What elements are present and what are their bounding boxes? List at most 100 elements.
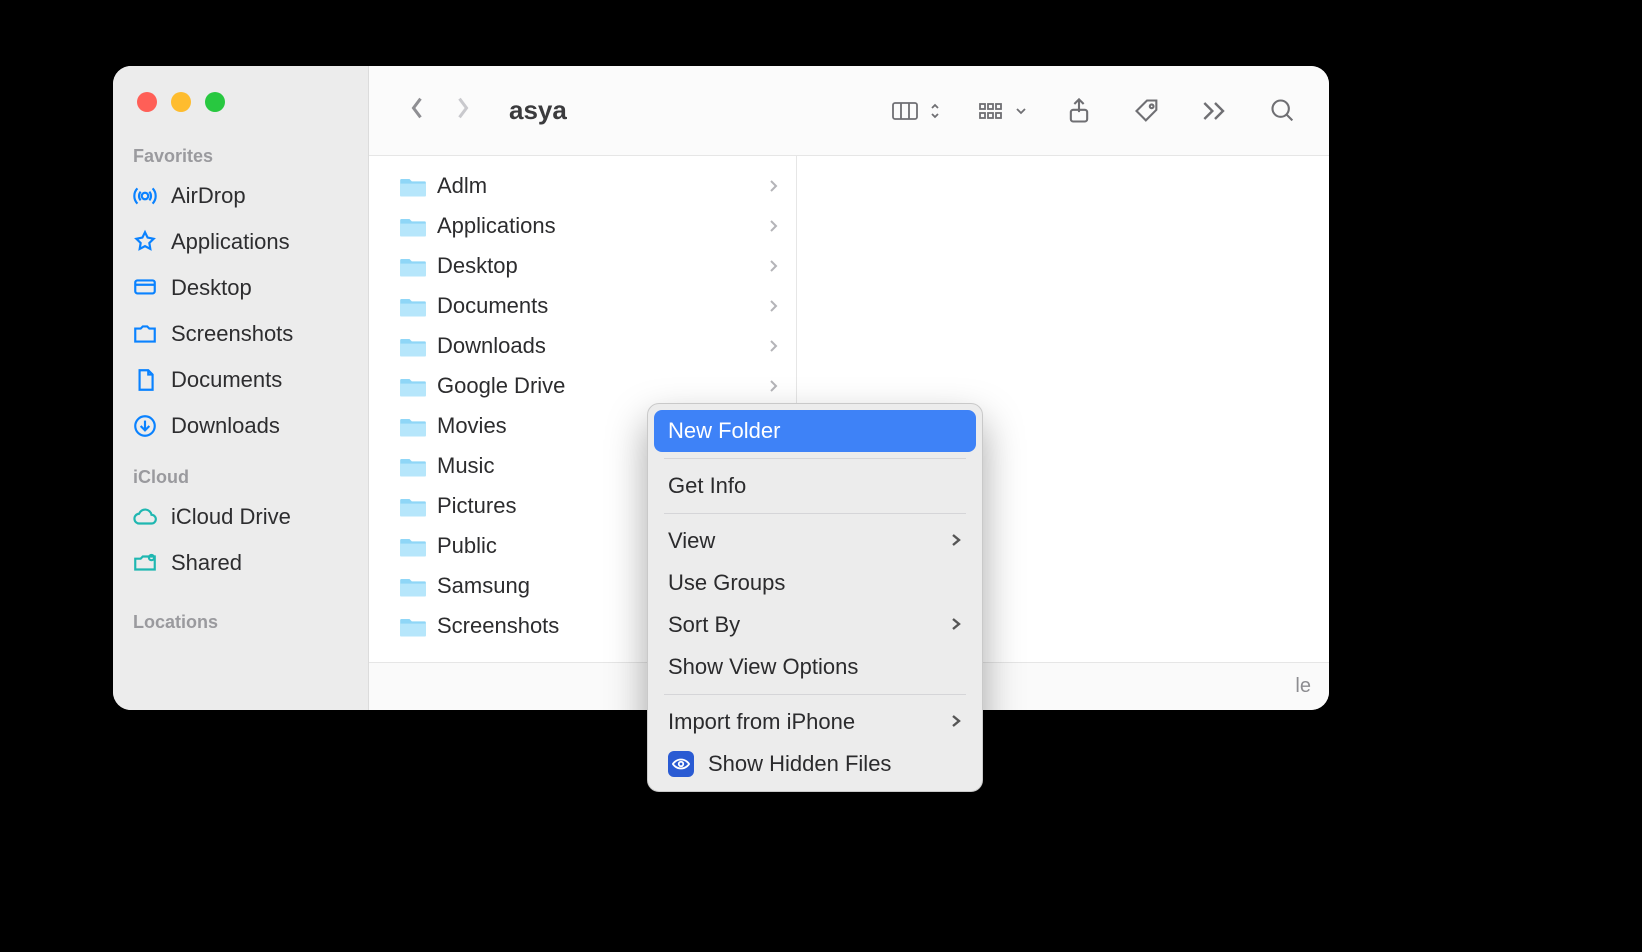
sidebar-item-label: Applications [171, 229, 290, 255]
documents-icon [131, 366, 159, 394]
menu-item-label: Sort By [668, 612, 740, 638]
sidebar-item-downloads[interactable]: Downloads [113, 403, 368, 449]
sidebar-item-applications[interactable]: Applications [113, 219, 368, 265]
context-menu-item[interactable]: View [654, 520, 976, 562]
folder-name: Samsung [437, 573, 530, 599]
window-title: asya [509, 95, 567, 126]
forward-button[interactable] [453, 94, 473, 127]
chevron-right-icon [768, 173, 778, 199]
search-button[interactable] [1267, 97, 1299, 125]
tags-button[interactable] [1131, 97, 1163, 125]
folder-icon [399, 334, 427, 358]
status-text: le [1295, 675, 1311, 698]
window-close-button[interactable] [137, 92, 157, 112]
menu-separator [664, 458, 966, 459]
menu-separator [664, 694, 966, 695]
folder-icon [399, 294, 427, 318]
sidebar-item-label: iCloud Drive [171, 504, 291, 530]
folder-item[interactable]: Adlm [369, 166, 796, 206]
folder-name: Desktop [437, 253, 518, 279]
folder-name: Pictures [437, 493, 516, 519]
desktop-icon [131, 274, 159, 302]
context-menu-item[interactable]: Sort By [654, 604, 976, 646]
folder-name: Documents [437, 293, 548, 319]
toolbar: asya [369, 66, 1329, 156]
menu-item-label: Get Info [668, 473, 746, 499]
menu-item-label: View [668, 528, 715, 554]
window-minimize-button[interactable] [171, 92, 191, 112]
back-button[interactable] [407, 94, 427, 127]
folder-name: Movies [437, 413, 507, 439]
sidebar-item-label: Documents [171, 367, 282, 393]
sidebar-section-locations: Locations [113, 606, 368, 639]
chevron-right-icon [768, 293, 778, 319]
overflow-button[interactable] [1199, 97, 1231, 125]
chevron-right-icon [950, 709, 962, 735]
folder-item[interactable]: Desktop [369, 246, 796, 286]
sidebar-item-screenshots[interactable]: Screenshots [113, 311, 368, 357]
menu-item-label: Show Hidden Files [708, 751, 891, 777]
sidebar-item-label: Downloads [171, 413, 280, 439]
sidebar-item-shared[interactable]: Shared [113, 540, 368, 586]
sidebar-item-desktop[interactable]: Desktop [113, 265, 368, 311]
folder-name: Applications [437, 213, 556, 239]
folder-icon [399, 494, 427, 518]
context-menu-item[interactable]: Show View Options [654, 646, 976, 688]
context-menu-item[interactable]: Use Groups [654, 562, 976, 604]
group-by-button[interactable] [977, 97, 1027, 125]
folder-name: Downloads [437, 333, 546, 359]
folder-name: Google Drive [437, 373, 565, 399]
shared-icon [131, 549, 159, 577]
chevron-right-icon [768, 333, 778, 359]
folder-item[interactable]: Applications [369, 206, 796, 246]
applications-icon [131, 228, 159, 256]
sidebar-item-label: AirDrop [171, 183, 246, 209]
folder-icon [399, 174, 427, 198]
folder-item[interactable]: Documents [369, 286, 796, 326]
folder-icon [399, 254, 427, 278]
sidebar-item-documents[interactable]: Documents [113, 357, 368, 403]
sidebar-item-airdrop[interactable]: AirDrop [113, 173, 368, 219]
share-button[interactable] [1063, 97, 1095, 125]
sidebar-item-label: Shared [171, 550, 242, 576]
folder-item[interactable]: Google Drive [369, 366, 796, 406]
chevron-right-icon [950, 612, 962, 638]
folder-name: Screenshots [437, 613, 559, 639]
chevron-right-icon [768, 373, 778, 399]
context-menu-item[interactable]: Import from iPhone [654, 701, 976, 743]
sidebar: Favorites AirDrop Applications Desktop S… [113, 66, 369, 710]
folder-icon [399, 454, 427, 478]
sidebar-item-icloud-drive[interactable]: iCloud Drive [113, 494, 368, 540]
menu-item-label: Show View Options [668, 654, 858, 680]
context-menu-item[interactable]: Get Info [654, 465, 976, 507]
downloads-icon [131, 412, 159, 440]
sidebar-item-label: Desktop [171, 275, 252, 301]
folder-name: Adlm [437, 173, 487, 199]
folder-icon [399, 374, 427, 398]
menu-item-label: Import from iPhone [668, 709, 855, 735]
folder-name: Music [437, 453, 494, 479]
menu-separator [664, 513, 966, 514]
folder-icon [399, 574, 427, 598]
folder-item[interactable]: Downloads [369, 326, 796, 366]
context-menu[interactable]: New Folder Get Info View Use Groups Sort By S… [647, 403, 983, 792]
folder-name: Public [437, 533, 497, 559]
context-menu-item[interactable]: Show Hidden Files [654, 743, 976, 785]
menu-item-label: New Folder [668, 418, 780, 444]
window-zoom-button[interactable] [205, 92, 225, 112]
folder-icon [399, 614, 427, 638]
eye-icon [668, 751, 694, 777]
chevron-right-icon [768, 213, 778, 239]
folder-icon [399, 534, 427, 558]
screenshots-folder-icon [131, 320, 159, 348]
context-menu-item[interactable]: New Folder [654, 410, 976, 452]
chevron-right-icon [768, 253, 778, 279]
view-columns-button[interactable] [891, 97, 941, 125]
toolbar-nav [407, 94, 473, 127]
icloud-drive-icon [131, 503, 159, 531]
folder-icon [399, 214, 427, 238]
sidebar-section-icloud: iCloud [113, 461, 368, 494]
folder-icon [399, 414, 427, 438]
sidebar-item-label: Screenshots [171, 321, 293, 347]
chevron-right-icon [950, 528, 962, 554]
